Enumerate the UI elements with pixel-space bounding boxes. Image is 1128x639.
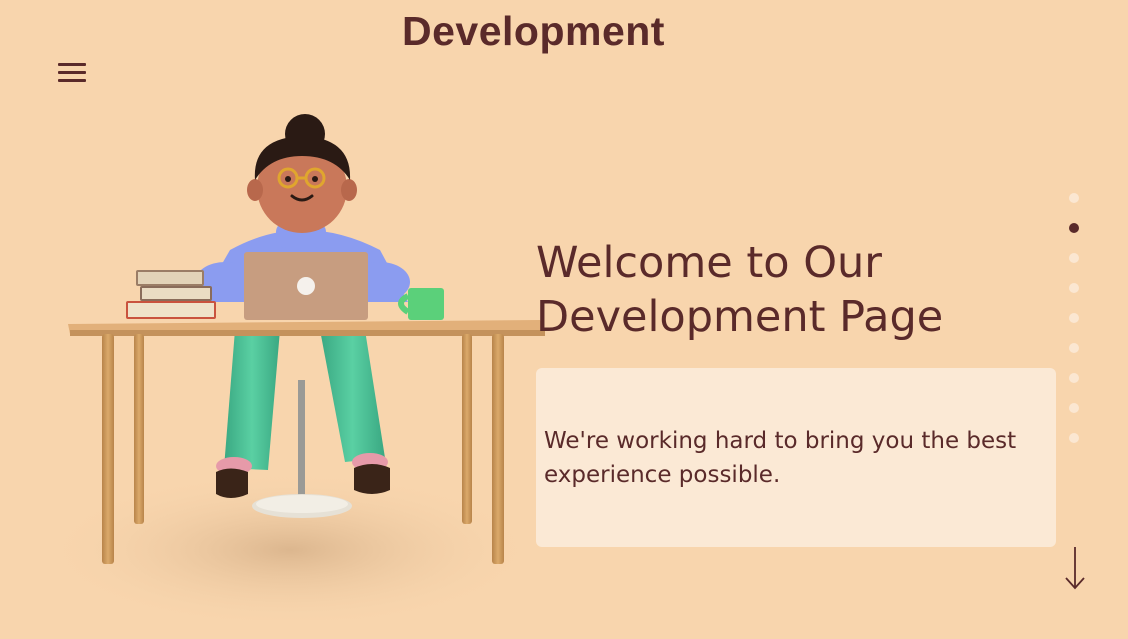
pagination-dot-active[interactable]: [1069, 223, 1079, 233]
pagination-dot[interactable]: [1069, 253, 1079, 263]
site-title: Development: [402, 8, 665, 54]
info-card-text: We're working hard to bring you the best…: [544, 424, 1048, 492]
info-card-text-line2: experience possible.: [544, 462, 781, 488]
info-card: We're working hard to bring you the best…: [536, 368, 1056, 547]
developer-at-desk-illustration: [40, 114, 545, 620]
hamburger-menu-icon[interactable]: [58, 58, 86, 88]
hero-heading: Welcome to Our Development Page: [536, 236, 996, 344]
arrow-down-icon[interactable]: [1064, 545, 1086, 591]
pagination-dot[interactable]: [1069, 343, 1079, 353]
info-card-text-line1: We're working hard to bring you the best: [544, 428, 1017, 454]
hero-heading-line1: Welcome to Our: [536, 238, 882, 288]
pagination-dot[interactable]: [1069, 313, 1079, 323]
pagination-dot[interactable]: [1069, 433, 1079, 443]
pagination-dot[interactable]: [1069, 283, 1079, 293]
section-pagination: [1069, 193, 1081, 463]
pagination-dot[interactable]: [1069, 403, 1079, 413]
pagination-dot[interactable]: [1069, 193, 1079, 203]
pagination-dot[interactable]: [1069, 373, 1079, 383]
hero-heading-line2: Development Page: [536, 292, 944, 342]
